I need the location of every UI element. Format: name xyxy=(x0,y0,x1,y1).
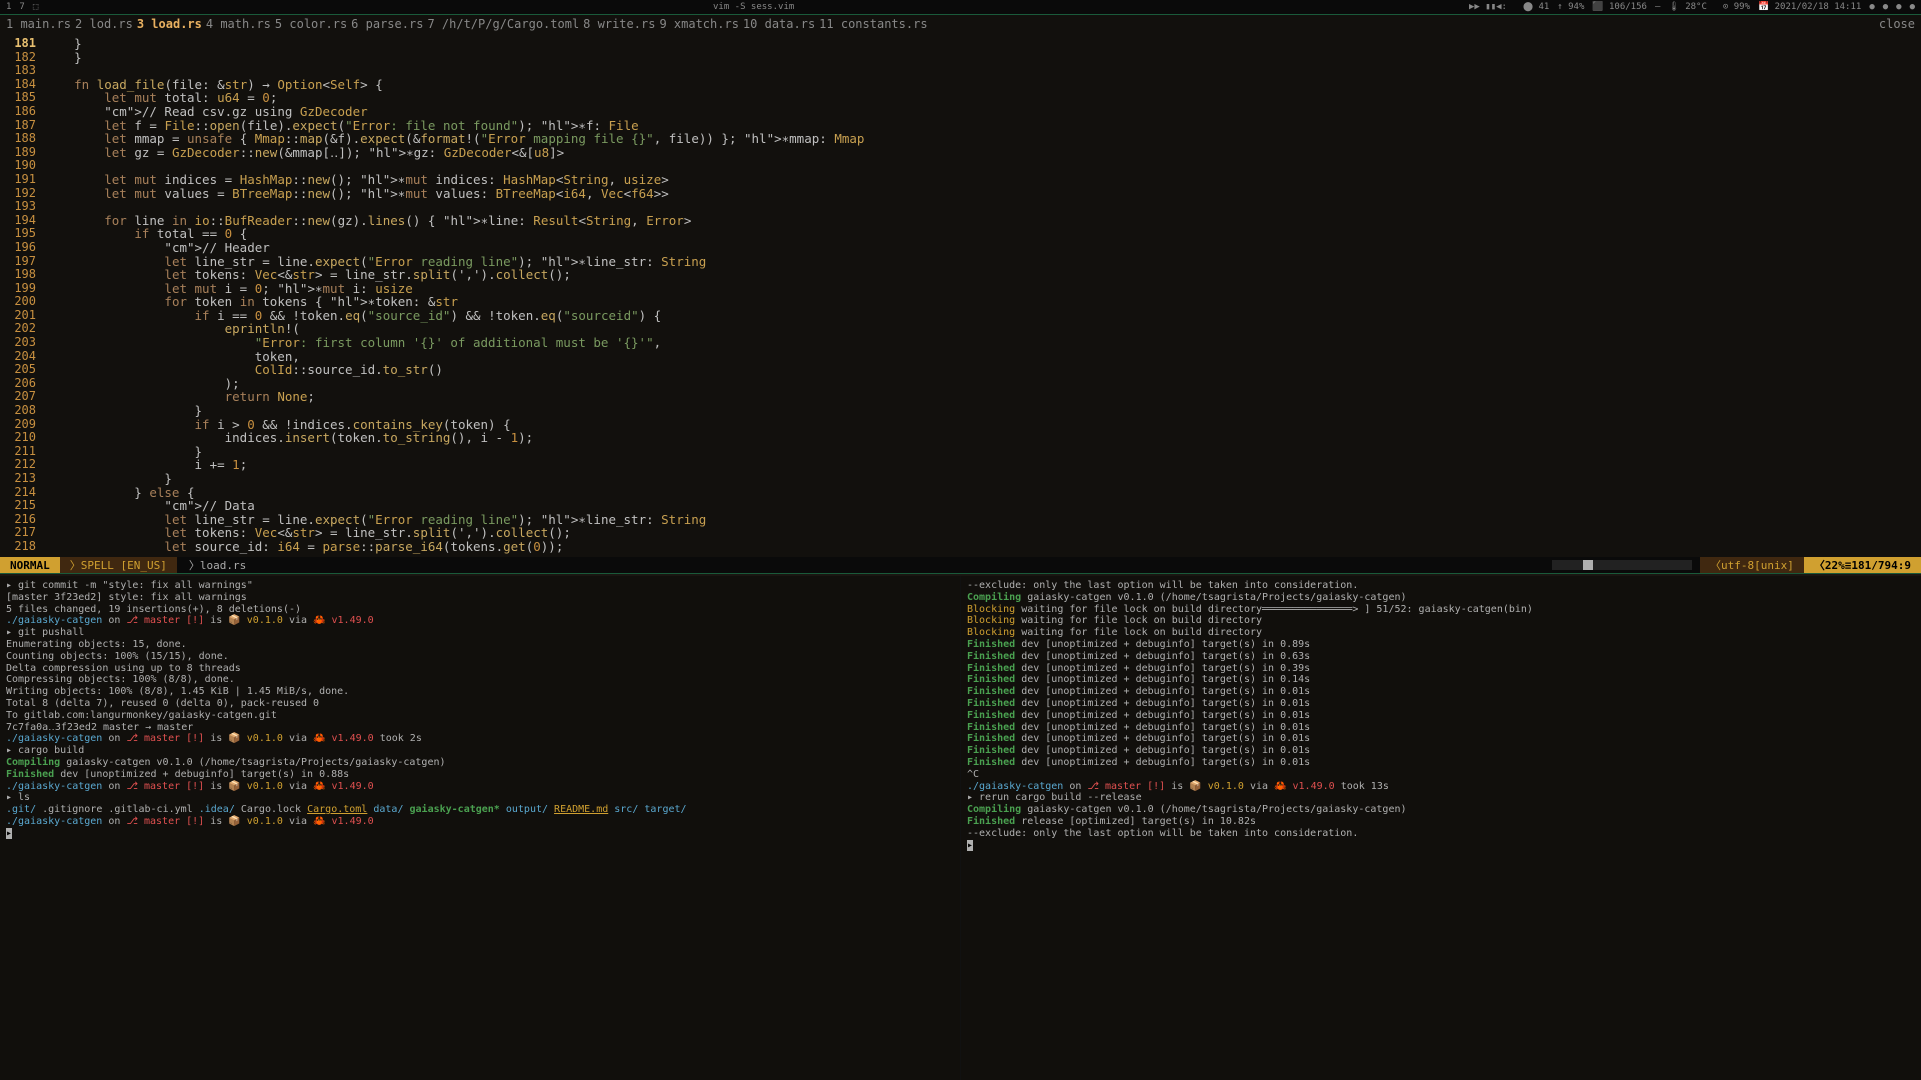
tab-math-rs[interactable]: 4 math.rs xyxy=(206,17,271,31)
terminal-left[interactable]: ▸ git commit -m "style: fix all warnings… xyxy=(0,576,961,1080)
tab-main-rs[interactable]: 1 main.rs xyxy=(6,17,71,31)
system-topbar: 17⬚ vim -S sess.vim ▶▶ ▮▮◀:⬤ 41↑ 94%⬛ 10… xyxy=(0,0,1921,14)
tab--h-t-P-g-Cargo-toml[interactable]: 7 /h/t/P/g/Cargo.toml xyxy=(427,17,579,31)
file-name: 〉 load.rs xyxy=(177,557,256,573)
statusbar: NORMAL 〉SPELL [EN_US] 〉 load.rs 〈 utf-8[… xyxy=(0,557,1921,573)
scroll-indicator xyxy=(1552,560,1692,570)
tab-color-rs[interactable]: 5 color.rs xyxy=(275,17,347,31)
tab-data-rs[interactable]: 10 data.rs xyxy=(743,17,815,31)
encoding-indicator: 〈 utf-8[unix] xyxy=(1700,557,1804,573)
position-indicator: 〈 22% ≡ 181/794 :9 xyxy=(1804,557,1921,573)
close-tab[interactable]: close xyxy=(1879,17,1915,31)
mode-indicator: NORMAL xyxy=(0,557,60,573)
code-area[interactable]: } } fn load_file(file: &str) → Option<Se… xyxy=(44,37,1915,554)
topbar-title: vim -S sess.vim xyxy=(713,2,794,12)
tabline[interactable]: 1 main.rs 2 lod.rs 3 load.rs 4 math.rs 5… xyxy=(0,15,1921,33)
editor-pane[interactable]: 1 main.rs 2 lod.rs 3 load.rs 4 math.rs 5… xyxy=(0,14,1921,574)
tab-parse-rs[interactable]: 6 parse.rs xyxy=(351,17,423,31)
terminal-row: ▸ git commit -m "style: fix all warnings… xyxy=(0,576,1921,1080)
topbar-left: 17⬚ xyxy=(6,2,38,12)
spell-indicator: 〉SPELL [EN_US] xyxy=(60,557,177,573)
tab-constants-rs[interactable]: 11 constants.rs xyxy=(819,17,927,31)
topbar-right: ▶▶ ▮▮◀:⬤ 41↑ 94%⬛ 106/156—🌡 28°C⊙ 99%📅 2… xyxy=(1469,2,1915,12)
line-number-gutter: 1811821831841851861871881891901911921931… xyxy=(4,37,36,554)
tab-lod-rs[interactable]: 2 lod.rs xyxy=(75,17,133,31)
tab-write-rs[interactable]: 8 write.rs xyxy=(583,17,655,31)
tab-load-rs[interactable]: 3 load.rs xyxy=(137,17,202,31)
tab-xmatch-rs[interactable]: 9 xmatch.rs xyxy=(659,17,738,31)
terminal-right[interactable]: --exclude: only the last option will be … xyxy=(961,576,1921,1080)
